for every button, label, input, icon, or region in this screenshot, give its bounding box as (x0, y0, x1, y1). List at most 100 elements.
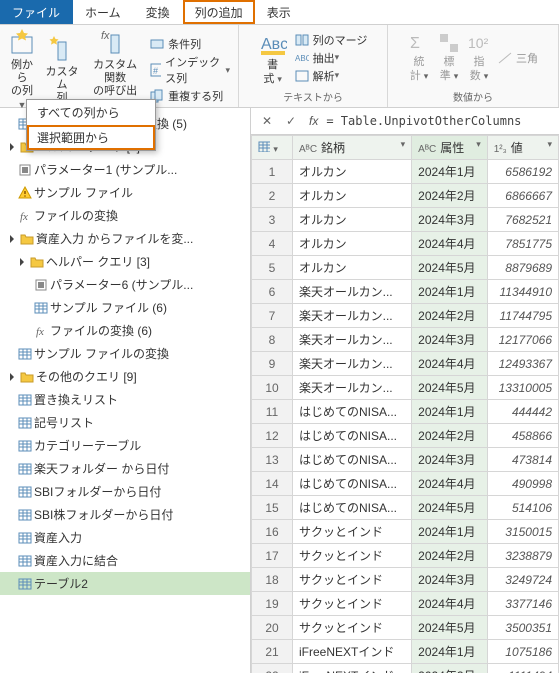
query-tree-item[interactable]: パラメーター1 (サンプル... (0, 158, 250, 181)
query-tree-item[interactable]: サンプル ファイル (6) (0, 296, 250, 319)
cell-value[interactable]: 11344910 (487, 280, 558, 304)
cell-value[interactable]: 3377146 (487, 592, 558, 616)
cell-name[interactable]: はじめてのNISA... (293, 472, 412, 496)
cell-name[interactable]: サクッとインド (293, 616, 412, 640)
cell-name[interactable]: はじめてのNISA... (293, 400, 412, 424)
cell-value[interactable]: 458866 (487, 424, 558, 448)
query-tree-item[interactable]: 記号リスト (0, 411, 250, 434)
cell-value[interactable]: 1111494 (487, 664, 558, 673)
cell-value[interactable]: 8879689 (487, 256, 558, 280)
query-tree-item[interactable]: その他のクエリ [9] (0, 365, 250, 388)
cell-value[interactable]: 12177066 (487, 328, 558, 352)
cell-value[interactable]: 6866667 (487, 184, 558, 208)
table-row[interactable]: 4オルカン2024年4月7851775 (252, 232, 559, 256)
dropdown-from-selection[interactable]: 選択範囲から (27, 125, 155, 150)
cell-attr[interactable]: 2024年5月 (412, 376, 488, 400)
table-row[interactable]: 20サクッとインド2024年5月3500351 (252, 616, 559, 640)
format-button[interactable]: Aʙc 書 式 ▾ (255, 27, 291, 88)
cell-name[interactable]: 楽天オールカン... (293, 352, 412, 376)
table-row[interactable]: 1オルカン2024年1月6586192 (252, 160, 559, 184)
trig-button[interactable]: 三角 (494, 49, 542, 67)
table-row[interactable]: 8楽天オールカン...2024年3月12177066 (252, 328, 559, 352)
conditional-column-button[interactable]: 条件列 (146, 35, 234, 53)
column-header-attr[interactable]: AᴮC属性 ▾ (412, 136, 488, 160)
query-tree-item[interactable]: SBIフォルダーから日付 (0, 480, 250, 503)
cell-name[interactable]: はじめてのNISA... (293, 424, 412, 448)
column-header-name[interactable]: AᴮC銘柄 ▾ (293, 136, 412, 160)
formula-cancel-button[interactable]: ✕ (257, 111, 277, 131)
cell-value[interactable]: 7851775 (487, 232, 558, 256)
table-row[interactable]: 22iFreeNEXTインド2024年2月1111494 (252, 664, 559, 673)
cell-attr[interactable]: 2024年3月 (412, 328, 488, 352)
cell-name[interactable]: サクッとインド (293, 568, 412, 592)
cell-attr[interactable]: 2024年4月 (412, 472, 488, 496)
cell-attr[interactable]: 2024年2月 (412, 424, 488, 448)
extract-button[interactable]: ABC 抽出 ▾ (291, 49, 372, 67)
cell-value[interactable]: 13310005 (487, 376, 558, 400)
column-header-value[interactable]: 1²₃値 ▾ (487, 136, 558, 160)
cell-attr[interactable]: 2024年4月 (412, 352, 488, 376)
cell-value[interactable]: 11744795 (487, 304, 558, 328)
cell-attr[interactable]: 2024年4月 (412, 592, 488, 616)
formula-confirm-button[interactable]: ✓ (281, 111, 301, 131)
cell-name[interactable]: サクッとインド (293, 592, 412, 616)
cell-attr[interactable]: 2024年1月 (412, 400, 488, 424)
cell-name[interactable]: オルカン (293, 256, 412, 280)
cell-value[interactable]: 1075186 (487, 640, 558, 664)
cell-name[interactable]: 楽天オールカン... (293, 304, 412, 328)
table-row[interactable]: 7楽天オールカン...2024年2月11744795 (252, 304, 559, 328)
data-grid[interactable]: ▾ AᴮC銘柄 ▾ AᴮC属性 ▾ 1²₃値 ▾ 1オルカン2024年1月658… (251, 135, 559, 673)
cell-attr[interactable]: 2024年1月 (412, 280, 488, 304)
table-row[interactable]: 2オルカン2024年2月6866667 (252, 184, 559, 208)
query-tree-item[interactable]: サンプル ファイル (0, 181, 250, 204)
cell-attr[interactable]: 2024年3月 (412, 448, 488, 472)
cell-name[interactable]: はじめてのNISA... (293, 448, 412, 472)
query-tree-item[interactable]: パラメーター6 (サンプル... (0, 273, 250, 296)
cell-name[interactable]: オルカン (293, 184, 412, 208)
table-row[interactable]: 9楽天オールカン...2024年4月12493367 (252, 352, 559, 376)
standard-button[interactable]: 標 準 ▾ (434, 27, 464, 88)
cell-name[interactable]: オルカン (293, 208, 412, 232)
query-tree-item[interactable]: 資産入力 からファイルを変... (0, 227, 250, 250)
query-tree-item[interactable]: ファイルの変換 (6) (0, 319, 250, 342)
cell-name[interactable]: 楽天オールカン... (293, 280, 412, 304)
table-row[interactable]: 21iFreeNEXTインド2024年1月1075186 (252, 640, 559, 664)
cell-value[interactable]: 3249724 (487, 568, 558, 592)
grid-corner[interactable]: ▾ (252, 136, 293, 160)
query-tree-item[interactable]: 置き換えリスト (0, 388, 250, 411)
query-tree-item[interactable]: ヘルパー クエリ [3] (0, 250, 250, 273)
table-row[interactable]: 13はじめてのNISA...2024年3月473814 (252, 448, 559, 472)
exponent-button[interactable]: 10² 指 数 ▾ (464, 27, 494, 88)
cell-value[interactable]: 473814 (487, 448, 558, 472)
cell-attr[interactable]: 2024年5月 (412, 256, 488, 280)
table-row[interactable]: 12はじめてのNISA...2024年2月458866 (252, 424, 559, 448)
cell-value[interactable]: 3150015 (487, 520, 558, 544)
cell-attr[interactable]: 2024年4月 (412, 232, 488, 256)
cell-name[interactable]: iFreeNEXTインド (293, 640, 412, 664)
table-row[interactable]: 15はじめてのNISA...2024年5月514106 (252, 496, 559, 520)
formula-input[interactable] (324, 113, 555, 129)
cell-value[interactable]: 6586192 (487, 160, 558, 184)
query-tree-item[interactable]: カテゴリーテーブル (0, 434, 250, 457)
table-row[interactable]: 3オルカン2024年3月7682521 (252, 208, 559, 232)
cell-value[interactable]: 3500351 (487, 616, 558, 640)
cell-attr[interactable]: 2024年2月 (412, 544, 488, 568)
table-row[interactable]: 18サクッとインド2024年3月3249724 (252, 568, 559, 592)
tab-file[interactable]: ファイル (0, 0, 73, 24)
table-row[interactable]: 6楽天オールカン...2024年1月11344910 (252, 280, 559, 304)
index-column-button[interactable]: # インデックス列 ▾ (146, 53, 234, 87)
cell-name[interactable]: サクッとインド (293, 520, 412, 544)
cell-value[interactable]: 3238879 (487, 544, 558, 568)
cell-value[interactable]: 514106 (487, 496, 558, 520)
dropdown-all-columns[interactable]: すべての列から (27, 100, 155, 125)
cell-name[interactable]: オルカン (293, 160, 412, 184)
cell-value[interactable]: 12493367 (487, 352, 558, 376)
query-tree-item[interactable]: SBI株フォルダーから日付 (0, 503, 250, 526)
cell-attr[interactable]: 2024年1月 (412, 520, 488, 544)
tab-add-column[interactable]: 列の追加 (183, 0, 255, 24)
cell-attr[interactable]: 2024年1月 (412, 640, 488, 664)
table-row[interactable]: 14はじめてのNISA...2024年4月490998 (252, 472, 559, 496)
cell-name[interactable]: オルカン (293, 232, 412, 256)
cell-attr[interactable]: 2024年2月 (412, 184, 488, 208)
cell-attr[interactable]: 2024年5月 (412, 496, 488, 520)
